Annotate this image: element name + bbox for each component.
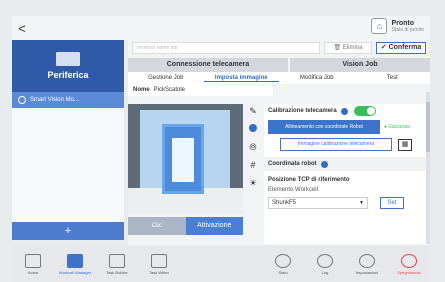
calib-image-row: Immagine calibrazione telecamera ▦ [264, 136, 426, 153]
confirm-button[interactable]: ✓ Conferma [376, 42, 426, 54]
bottom-nav: Home Workcell Manager Task Builder Task … [12, 246, 430, 282]
job-name-row: Nome PickScatole [128, 84, 273, 96]
calibration-panel: Calibrazione telecamera Allineamento con… [264, 104, 426, 244]
camera-view[interactable] [128, 104, 243, 214]
nav-home-label: Home [27, 269, 39, 275]
top-bar: < ⌂ Pronto Stato di pronto [12, 16, 430, 40]
nav-log[interactable]: Log [304, 253, 346, 275]
calibration-toggle[interactable] [353, 106, 376, 116]
robot-align-button[interactable]: Allineamento con coordinate Robot [268, 120, 380, 134]
qr-scan-icon[interactable]: ▦ [398, 138, 412, 151]
log-icon [317, 253, 333, 268]
nav-power-label: Spegnimento [397, 269, 421, 275]
step-tabs: Gestione Job Imposta immagine Modifica J… [128, 72, 430, 84]
delete-button[interactable]: 🗑 Elimina [324, 42, 372, 54]
home-status-icon[interactable]: ⌂ [371, 18, 388, 34]
nav-workcell-label: Workcell Manager [58, 269, 92, 275]
writer-icon [151, 253, 167, 268]
calibration-image-button[interactable]: Immagine calibrazione telecamera [280, 138, 392, 151]
calibration-row: Calibrazione telecamera [264, 104, 426, 118]
tab-vision-job[interactable]: Vision Job [290, 58, 430, 72]
info-icon[interactable] [246, 124, 260, 138]
chevron-down-icon: ▼ [359, 200, 364, 206]
success-label: Successo [388, 124, 411, 130]
status-icon [275, 253, 291, 268]
builder-icon [109, 253, 125, 268]
search-row: Inserisci nome job 🗑 Elimina ✓ Conferma [128, 40, 430, 56]
camera-object-highlight [172, 138, 194, 182]
edit-icon[interactable]: ✎ [246, 106, 260, 120]
vision-icon [18, 96, 26, 104]
main-panel: Inserisci nome job 🗑 Elimina ✓ Conferma … [128, 40, 430, 245]
set-button[interactable]: Set [380, 197, 404, 209]
name-value: PickScatole [153, 87, 186, 93]
nav-settings[interactable]: Impostazioni [346, 253, 388, 275]
robot-align-row: Allineamento con coordinate Robot ● Succ… [264, 118, 426, 136]
activation-button[interactable]: Attivazione [185, 217, 243, 235]
smart-vision-item[interactable]: Smart Vision Mo... [12, 92, 124, 108]
nav-settings-label: Impostazioni [355, 269, 379, 275]
nav-status-label: Stato [278, 269, 288, 275]
camera-tools: ✎ ⦾ # ☀ [246, 106, 260, 196]
workcell-element-label: Elemento Workcell [268, 187, 318, 193]
name-label: Nome [133, 87, 150, 93]
step-gestione-job[interactable]: Gestione Job [128, 75, 204, 81]
scrollbar[interactable] [426, 92, 430, 244]
nav-task-builder[interactable]: Task Builder [96, 253, 138, 275]
peripheral-logo-icon [56, 52, 80, 66]
home-icon [25, 253, 41, 268]
nav-task-writer[interactable]: Task Writer [138, 253, 180, 275]
brightness-icon[interactable]: ☀ [246, 178, 260, 192]
status-area: ⌂ Pronto Stato di pronto [371, 18, 424, 34]
peripheral-header: Periferica [12, 40, 124, 92]
scrollbar-thumb[interactable] [426, 102, 430, 152]
peripheral-title: Periferica [47, 70, 89, 80]
step-test[interactable]: Test [355, 75, 431, 81]
delete-label: Elimina [342, 45, 363, 51]
coordinate-label: Coordinata robot [268, 161, 317, 167]
nav-workcell[interactable]: Workcell Manager [54, 253, 96, 275]
nav-builder-label: Task Builder [106, 269, 128, 275]
smart-vision-label: Smart Vision Mo... [30, 97, 79, 103]
robot-coordinate-header: Coordinata robot [264, 157, 426, 171]
grid-icon[interactable]: # [246, 160, 260, 174]
job-search-input[interactable]: Inserisci nome job [132, 42, 320, 54]
coordinate-info-icon[interactable] [320, 160, 328, 168]
camera-footer: Clic Attivazione [128, 217, 243, 235]
back-button[interactable]: < [12, 21, 32, 36]
status-subtitle: Stato di pronto [391, 26, 424, 33]
tab-camera-connection[interactable]: Connessione telecamera [128, 58, 288, 72]
nav-power[interactable]: Spegnimento [388, 253, 430, 275]
tcp-position-label: Posizione TCP di riferimento [268, 177, 350, 183]
nav-log-label: Log [321, 269, 329, 275]
capture-button[interactable]: Clic [128, 217, 186, 235]
nav-status[interactable]: Stato [262, 253, 304, 275]
nav-writer-label: Task Writer [149, 269, 169, 275]
workcell-select-row: ShunkF5 ▼ Set [264, 195, 426, 211]
step-modifica-job[interactable]: Modifica Job [279, 75, 355, 81]
calibration-label: Calibrazione telecamera [268, 108, 337, 114]
power-icon [401, 253, 417, 268]
focus-icon[interactable]: ⦾ [246, 142, 260, 156]
workcell-select[interactable]: ShunkF5 ▼ [268, 197, 368, 209]
select-value: ShunkF5 [272, 200, 297, 206]
settings-icon [359, 253, 375, 268]
section-tabs: Connessione telecamera Vision Job [128, 58, 430, 72]
workcell-icon [67, 253, 83, 268]
nav-home[interactable]: Home [12, 253, 54, 275]
success-badge: ● Successo [384, 124, 411, 130]
nav-right: Stato Log Impostazioni Spegnimento [262, 253, 430, 275]
calibration-info-icon[interactable] [340, 107, 348, 115]
confirm-label: Conferma [388, 44, 422, 51]
step-imposta-immagine[interactable]: Imposta immagine [203, 75, 279, 82]
add-button[interactable]: + [12, 222, 124, 240]
left-panel: Periferica Smart Vision Mo... + [12, 40, 124, 240]
status-title: Pronto [391, 19, 415, 27]
